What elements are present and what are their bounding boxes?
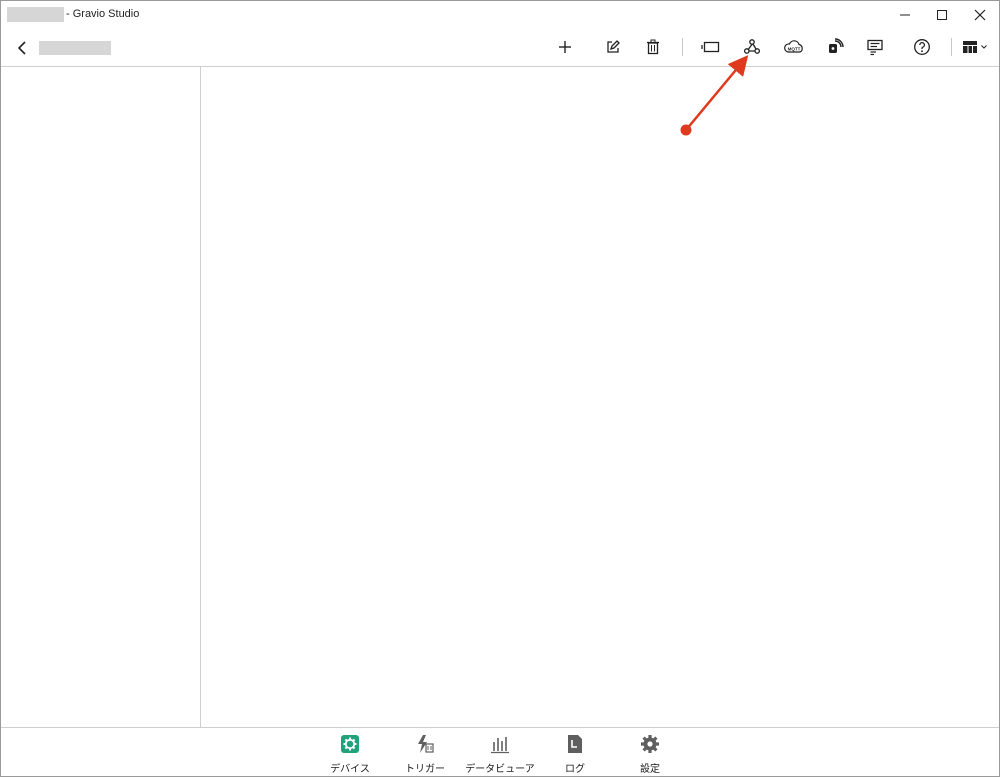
layout-menu-button[interactable]: [959, 35, 993, 59]
mqtt-cloud-icon: MQTT: [784, 40, 803, 53]
help-icon: [914, 39, 930, 55]
minimize-icon: [900, 14, 910, 16]
log-icon: [568, 735, 582, 753]
window-title: - Gravio Studio: [66, 8, 140, 20]
toolbar: MQTT: [1, 29, 999, 67]
gear-icon: [641, 735, 659, 753]
redacted-device-name: [39, 41, 111, 55]
trigger-icon: [418, 735, 434, 753]
device-icon: [341, 735, 359, 753]
edit-button[interactable]: [600, 35, 626, 59]
close-button[interactable]: [962, 1, 998, 29]
minimize-button[interactable]: [887, 1, 923, 29]
device-card-icon: [701, 41, 720, 53]
close-icon: [974, 9, 986, 21]
main-content-pane: [201, 67, 999, 727]
mqtt-button[interactable]: MQTT: [781, 35, 807, 59]
nav-label-settings: 設定: [640, 764, 660, 775]
maximize-icon: [937, 10, 947, 20]
mqtt-label: MQTT: [788, 47, 801, 52]
left-pane: [1, 67, 201, 727]
add-icon: [559, 41, 571, 53]
maximize-button[interactable]: [924, 1, 960, 29]
title-bar: - Gravio Studio: [1, 1, 999, 29]
delete-button[interactable]: [640, 35, 666, 59]
webhook-icon: [743, 39, 761, 54]
nfc-button[interactable]: [822, 35, 848, 59]
message-icon: [867, 39, 883, 56]
device-card-button[interactable]: [698, 35, 724, 59]
edit-icon: [607, 40, 620, 53]
nfc-icon: [829, 38, 844, 53]
app-window: - Gravio Studio MQTT デバイス トリガー データビューア ロ…: [0, 0, 1000, 777]
redacted-project-name: [7, 7, 64, 22]
nav-item-settings[interactable]: 設定: [605, 732, 695, 776]
bottom-navigation: デバイス トリガー データビューア ログ 設定: [1, 727, 999, 776]
chevron-down-icon: [981, 45, 987, 49]
help-button[interactable]: [909, 35, 935, 59]
toolbar-separator: [951, 38, 952, 56]
chart-icon: [491, 737, 509, 754]
delete-icon: [647, 39, 659, 55]
message-button[interactable]: [862, 35, 888, 59]
back-arrow-icon: [17, 41, 26, 55]
layout-icon: [963, 41, 987, 53]
webhook-button[interactable]: [739, 35, 765, 59]
back-button[interactable]: [11, 37, 33, 59]
add-button[interactable]: [552, 35, 578, 59]
toolbar-separator: [682, 38, 683, 56]
